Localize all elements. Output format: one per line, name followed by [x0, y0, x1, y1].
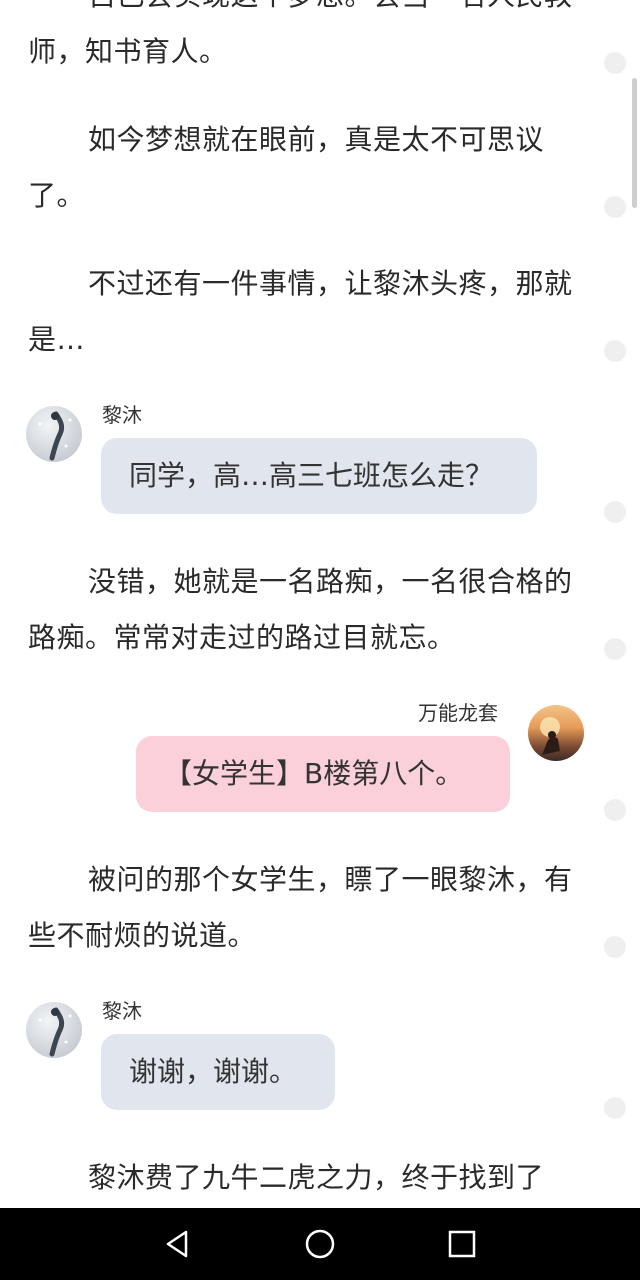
- story-paragraph: 黎沐费了九牛二虎之力，终于找到了: [88, 1161, 545, 1194]
- message-bubble: 同学，高…高三七班怎么走？: [101, 438, 537, 514]
- triangle-back-icon: [166, 1230, 188, 1258]
- story-paragraph: 没错，她就是一名路痴，一名很合格的路痴。常常对走过的路过目就忘。: [28, 565, 573, 654]
- snowy-figure-icon: [38, 1007, 72, 1057]
- story-paragraph: 被问的那个女学生，瞟了一眼黎沐，有些不耐烦的说道。: [28, 863, 573, 952]
- paragraph-indicator-dot[interactable]: [604, 52, 626, 74]
- square-recents-icon: [448, 1230, 476, 1258]
- story-paragraph: 自己会实现这个梦想。会当一名人民教师，知书育人。: [28, 0, 572, 68]
- paragraph-indicator-dot[interactable]: [604, 196, 626, 218]
- circle-home-icon: [305, 1229, 335, 1259]
- speaker-name: 黎沐: [102, 999, 142, 1023]
- snowy-figure-icon: [38, 411, 72, 461]
- speaker-name: 黎沐: [102, 403, 142, 427]
- paragraph-indicator-dot[interactable]: [604, 1097, 626, 1119]
- message-bubble: 【女学生】B楼第八个。: [136, 736, 510, 812]
- nav-home-button[interactable]: [302, 1226, 338, 1262]
- story-paragraph: 不过还有一件事情，让黎沐头疼，那就是…: [28, 267, 573, 356]
- paragraph-indicator-dot[interactable]: [604, 340, 626, 362]
- paragraph-indicator-dot[interactable]: [604, 799, 626, 821]
- message-bubble: 谢谢，谢谢。: [101, 1034, 335, 1110]
- system-navigation-bar: [0, 1208, 640, 1280]
- scrollbar[interactable]: [632, 78, 637, 208]
- reader-content[interactable]: 自己会实现这个梦想。会当一名人民教师，知书育人。 如今梦想就在眼前，真是太不可思…: [0, 0, 640, 1208]
- speaker-name: 万能龙套: [418, 701, 498, 725]
- paragraph-indicator-dot[interactable]: [604, 501, 626, 523]
- speaker-avatar[interactable]: [26, 406, 82, 462]
- speaker-avatar[interactable]: [26, 1002, 82, 1058]
- speaker-avatar[interactable]: [528, 705, 584, 761]
- nav-recents-button[interactable]: [444, 1226, 480, 1262]
- nav-back-button[interactable]: [160, 1226, 196, 1262]
- paragraph-indicator-dot[interactable]: [604, 936, 626, 958]
- sunset-silhouette-icon: [540, 717, 560, 755]
- paragraph-indicator-dot[interactable]: [604, 638, 626, 660]
- story-paragraph: 如今梦想就在眼前，真是太不可思议了。: [28, 123, 545, 212]
